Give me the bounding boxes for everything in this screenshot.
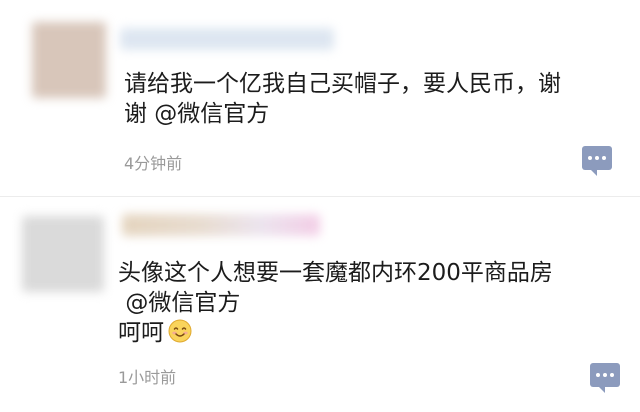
avatar[interactable] — [32, 22, 106, 98]
comment-item: 请给我一个亿我自己买帽子，要人民币，谢 谢 @微信官方 4分钟前 — [0, 0, 640, 196]
comment-button[interactable] — [590, 363, 620, 393]
comment-item: 头像这个人想要一套魔都内环200平商品房 @微信官方 呵呵 1小时前 — [0, 196, 640, 412]
more-dots-icon — [588, 156, 606, 160]
more-dots-icon — [596, 373, 614, 377]
smiling-face-icon — [168, 319, 192, 351]
avatar[interactable] — [22, 216, 104, 292]
timestamp: 1小时前 — [118, 368, 177, 387]
comment-text: 头像这个人想要一套魔都内环200平商品房 @微信官方 呵呵 — [118, 258, 628, 351]
comment-text: 请给我一个亿我自己买帽子，要人民币，谢 谢 @微信官方 — [124, 71, 561, 127]
comment-button[interactable] — [582, 146, 612, 176]
username-blurred[interactable] — [120, 28, 334, 50]
timestamp: 4分钟前 — [124, 154, 183, 173]
username-blurred[interactable] — [122, 214, 320, 236]
